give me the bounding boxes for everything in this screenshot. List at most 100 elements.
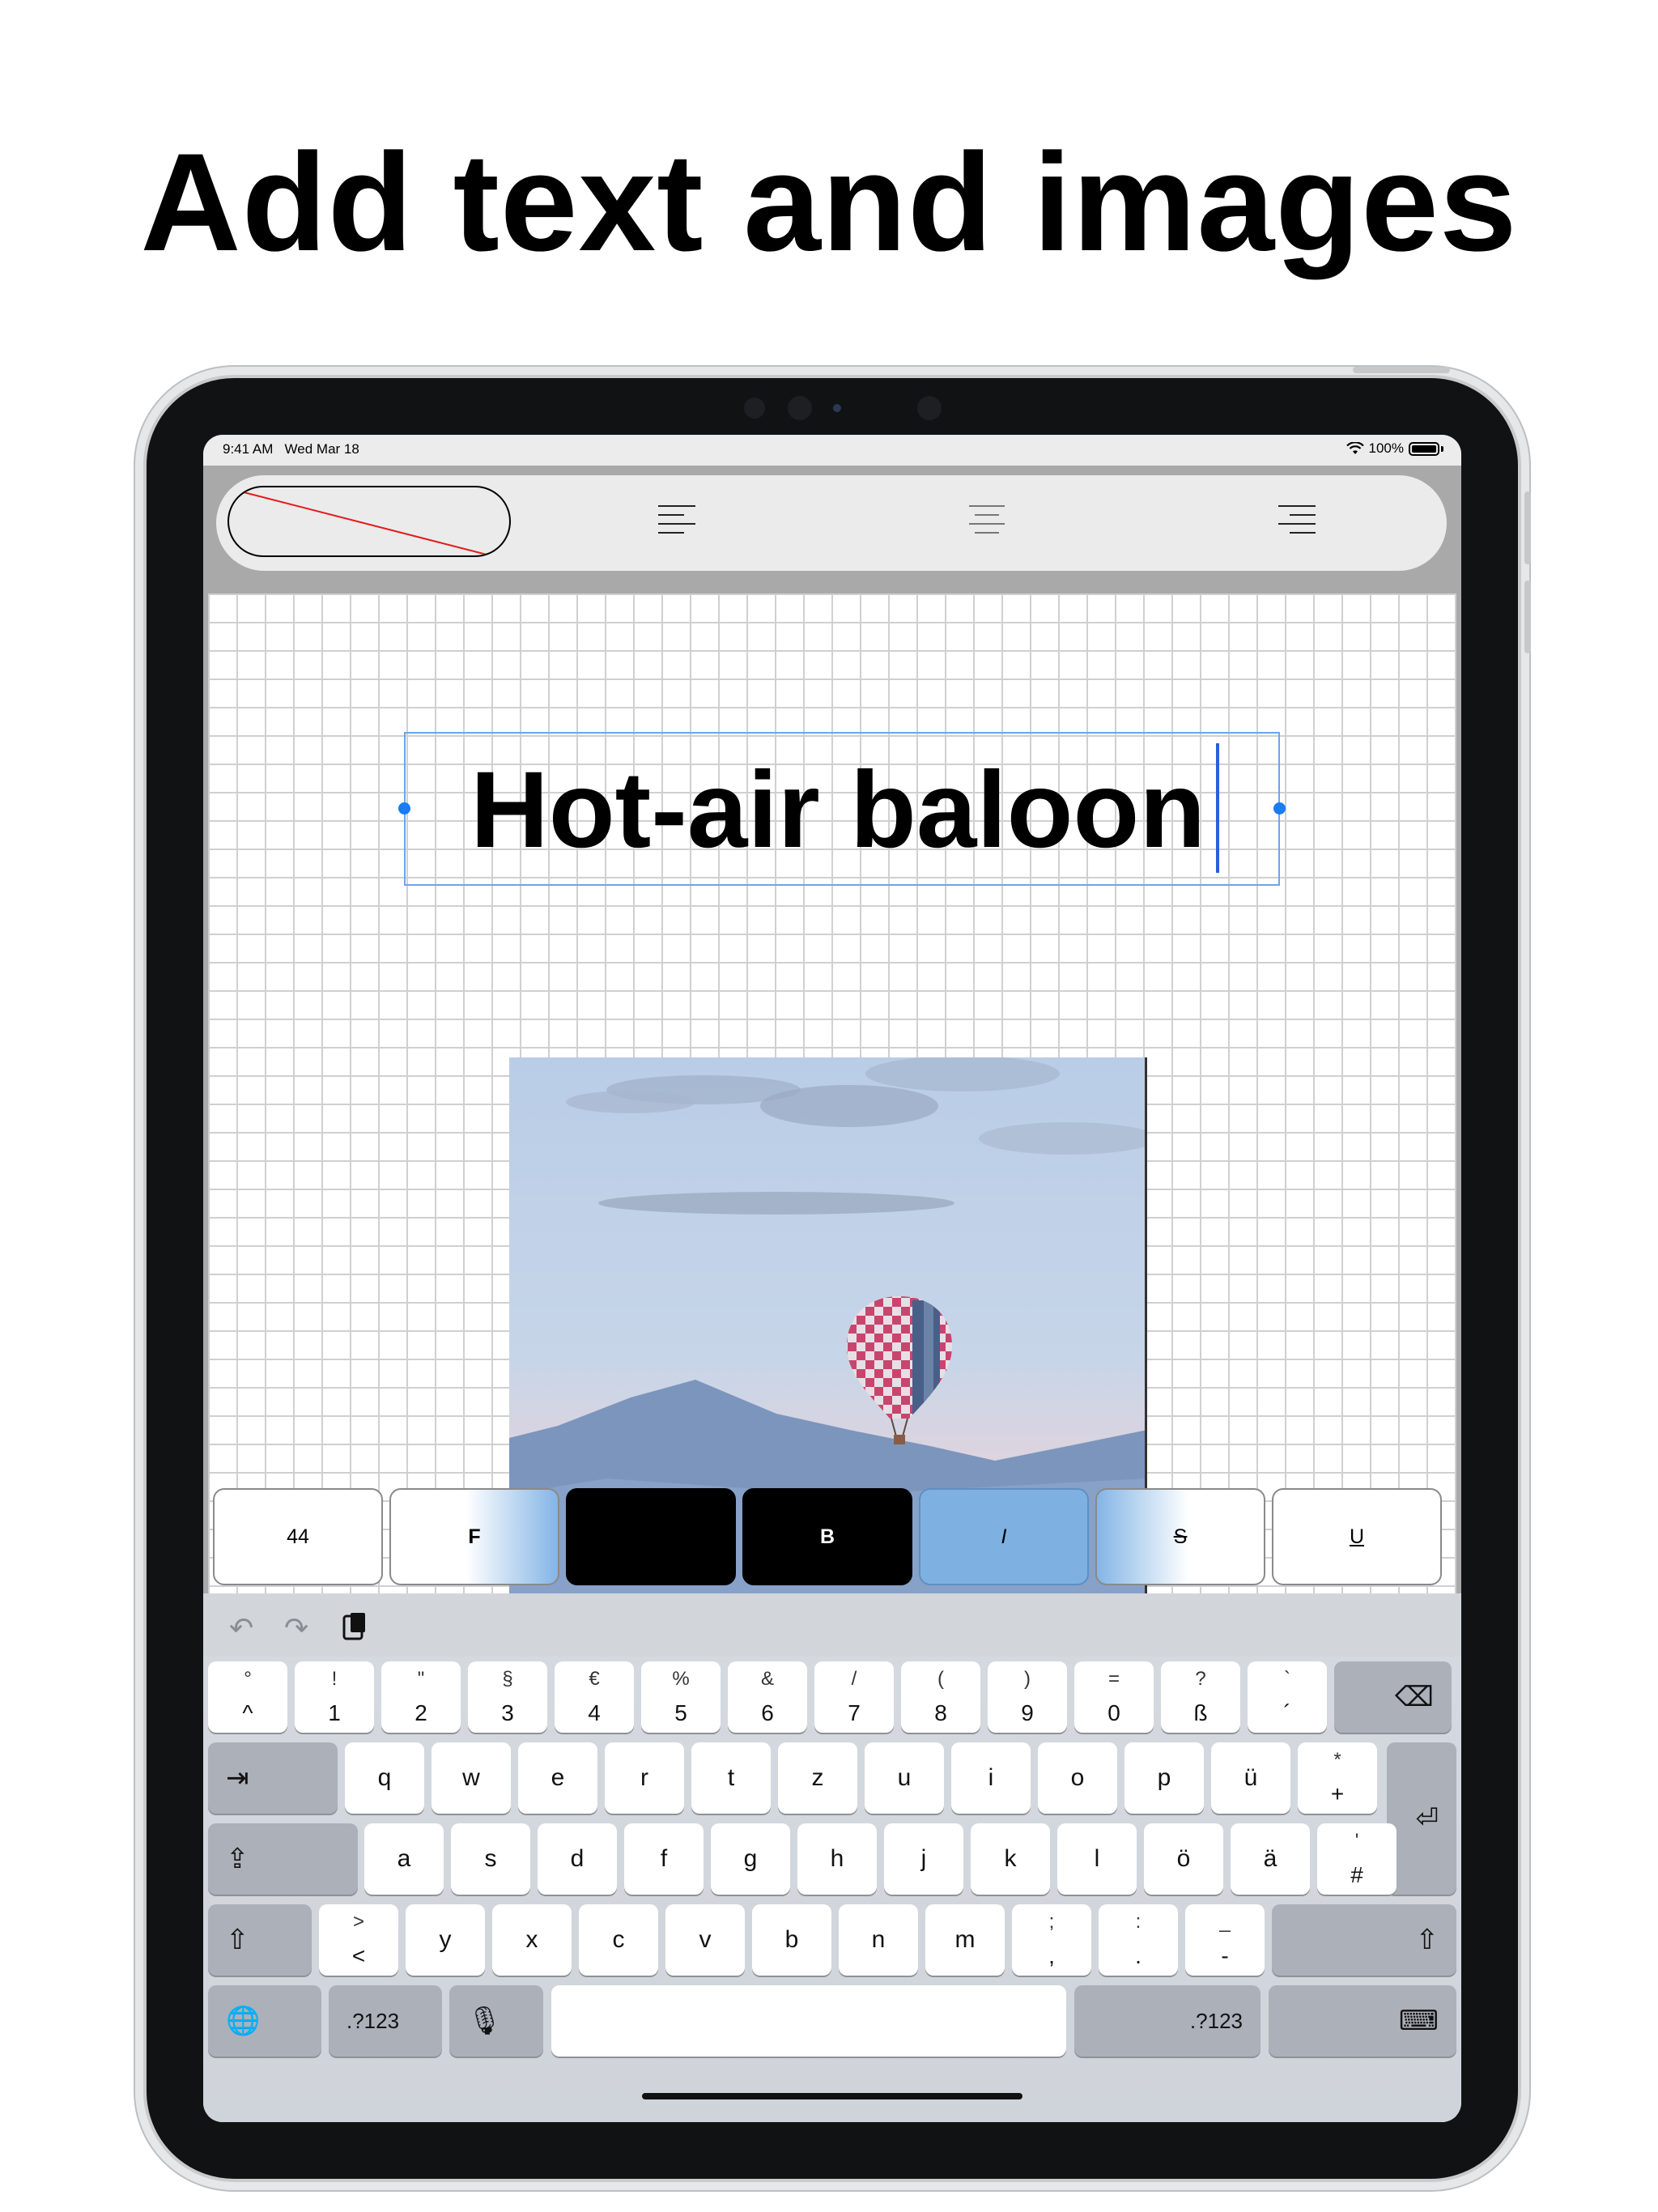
font-label: F bbox=[468, 1525, 481, 1548]
key-9[interactable]: ) 9 bbox=[988, 1661, 1067, 1733]
numbers-right-key[interactable]: .?123 bbox=[1074, 1985, 1261, 2057]
key-z[interactable]: z bbox=[778, 1742, 857, 1814]
globe-key[interactable]: 🌐 bbox=[208, 1985, 321, 2057]
camera-lens bbox=[917, 396, 942, 420]
caps-lock-key[interactable]: ⇪ bbox=[208, 1823, 358, 1895]
key-6[interactable]: & 6 bbox=[728, 1661, 807, 1733]
font-button[interactable]: F bbox=[389, 1488, 559, 1585]
key-c[interactable]: c bbox=[579, 1904, 658, 1976]
key-3[interactable]: § 3 bbox=[468, 1661, 547, 1733]
key-less-than[interactable]: > < bbox=[319, 1904, 398, 1976]
key-o[interactable]: o bbox=[1038, 1742, 1117, 1814]
text-box-content[interactable]: Hot-air baloon bbox=[470, 750, 1205, 871]
redo-icon[interactable]: ↷ bbox=[284, 1611, 308, 1645]
key-t[interactable]: t bbox=[691, 1742, 771, 1814]
font-size-label: 44 bbox=[287, 1525, 309, 1548]
return-key[interactable]: ⏎ bbox=[1387, 1742, 1456, 1895]
hide-keyboard-key[interactable]: ⌨ bbox=[1269, 1985, 1456, 2057]
shift-left-key[interactable]: ⇧ bbox=[208, 1904, 312, 1976]
key-2[interactable]: " 2 bbox=[381, 1661, 461, 1733]
key-h[interactable]: h bbox=[797, 1823, 877, 1895]
key-n[interactable]: n bbox=[839, 1904, 918, 1976]
key-5[interactable]: % 5 bbox=[641, 1661, 721, 1733]
key-label: s bbox=[484, 1845, 497, 1872]
bold-label: B bbox=[819, 1525, 835, 1548]
key-g[interactable]: g bbox=[711, 1823, 790, 1895]
key-e[interactable]: e bbox=[518, 1742, 597, 1814]
italic-button[interactable]: I bbox=[919, 1488, 1089, 1585]
key-w[interactable]: w bbox=[432, 1742, 511, 1814]
key-y[interactable]: y bbox=[406, 1904, 485, 1976]
key-punct-1[interactable]: ;, bbox=[1012, 1904, 1091, 1976]
key-shift-char: " bbox=[417, 1668, 425, 1690]
key-q[interactable]: q bbox=[345, 1742, 424, 1814]
delete-key[interactable]: ⌫ bbox=[1334, 1661, 1452, 1733]
key-´[interactable]: ` ´ bbox=[1248, 1661, 1327, 1733]
align-right-button[interactable] bbox=[1278, 505, 1319, 541]
bold-button[interactable]: B bbox=[742, 1488, 912, 1585]
key-m[interactable]: m bbox=[925, 1904, 1005, 1976]
resize-handle-left[interactable] bbox=[398, 802, 410, 815]
key-l[interactable]: l bbox=[1057, 1823, 1137, 1895]
status-time: 9:41 AM Wed Mar 18 bbox=[223, 441, 359, 457]
key-a[interactable]: a bbox=[364, 1823, 444, 1895]
undo-icon[interactable]: ↶ bbox=[229, 1611, 253, 1645]
key-b[interactable]: b bbox=[752, 1904, 831, 1976]
key-p[interactable]: p bbox=[1124, 1742, 1204, 1814]
text-color-button[interactable] bbox=[566, 1488, 736, 1585]
key-char: 4 bbox=[588, 1700, 601, 1725]
tab-key[interactable]: ⇥ bbox=[208, 1742, 338, 1814]
key-j[interactable]: j bbox=[884, 1823, 963, 1895]
globe-icon: 🌐 bbox=[226, 2006, 261, 2036]
key-1[interactable]: ! 1 bbox=[295, 1661, 374, 1733]
numbers-left-key[interactable]: .?123 bbox=[329, 1985, 442, 2057]
key-ß[interactable]: ? ß bbox=[1161, 1661, 1240, 1733]
key-char: 0 bbox=[1107, 1700, 1120, 1725]
key-hash[interactable]: ' # bbox=[1317, 1823, 1397, 1895]
key-r[interactable]: r bbox=[605, 1742, 684, 1814]
key-ä[interactable]: ä bbox=[1231, 1823, 1310, 1895]
color-swatch-button[interactable] bbox=[227, 486, 511, 557]
align-center-button[interactable] bbox=[969, 505, 1010, 541]
space-key[interactable] bbox=[551, 1985, 1066, 2057]
camera-array bbox=[713, 393, 1086, 422]
font-size-button[interactable]: 44 bbox=[213, 1488, 383, 1585]
key-u[interactable]: u bbox=[865, 1742, 944, 1814]
wifi-icon bbox=[1346, 442, 1364, 454]
align-left-button[interactable] bbox=[658, 505, 699, 541]
key-ü[interactable]: ü bbox=[1211, 1742, 1290, 1814]
key-8[interactable]: (8 bbox=[901, 1661, 980, 1733]
key-label: h bbox=[830, 1845, 844, 1872]
key-plus[interactable]: * + bbox=[1298, 1742, 1377, 1814]
battery-tip bbox=[1441, 445, 1443, 452]
key-char: 8 bbox=[934, 1700, 947, 1725]
clipboard-icon[interactable] bbox=[342, 1611, 367, 1648]
key-char: 7 bbox=[848, 1700, 861, 1725]
key-d[interactable]: d bbox=[538, 1823, 617, 1895]
key-x[interactable]: x bbox=[492, 1904, 572, 1976]
key-punct-2[interactable]: :. bbox=[1099, 1904, 1178, 1976]
dictation-key[interactable]: 🎙 bbox=[449, 1985, 543, 2057]
key-f[interactable]: f bbox=[624, 1823, 704, 1895]
key-k[interactable]: k bbox=[971, 1823, 1050, 1895]
key-0[interactable]: = 0 bbox=[1074, 1661, 1154, 1733]
key-s[interactable]: s bbox=[451, 1823, 530, 1895]
key-ö[interactable]: ö bbox=[1144, 1823, 1223, 1895]
key-7[interactable]: /7 bbox=[814, 1661, 894, 1733]
selected-text-box[interactable]: Hot-air baloon bbox=[398, 732, 1286, 886]
underline-button[interactable]: U bbox=[1272, 1488, 1442, 1585]
strikethrough-button[interactable]: S bbox=[1095, 1488, 1265, 1585]
volume-up-button bbox=[1524, 491, 1531, 564]
key-4[interactable]: €4 bbox=[555, 1661, 634, 1733]
key-punct-3[interactable]: _ - bbox=[1185, 1904, 1265, 1976]
shift-right-key[interactable]: ⇧ bbox=[1272, 1904, 1456, 1976]
key-char: 3 bbox=[501, 1700, 514, 1725]
key-i[interactable]: i bbox=[951, 1742, 1031, 1814]
key-v[interactable]: v bbox=[665, 1904, 745, 1976]
key-char: - bbox=[1221, 1943, 1229, 1968]
key-shift-char: / bbox=[851, 1668, 857, 1690]
key-char: ^ bbox=[242, 1700, 253, 1725]
key-^[interactable]: ° ^ bbox=[208, 1661, 287, 1733]
italic-label: I bbox=[1001, 1525, 1007, 1548]
resize-handle-right[interactable] bbox=[1273, 802, 1286, 815]
